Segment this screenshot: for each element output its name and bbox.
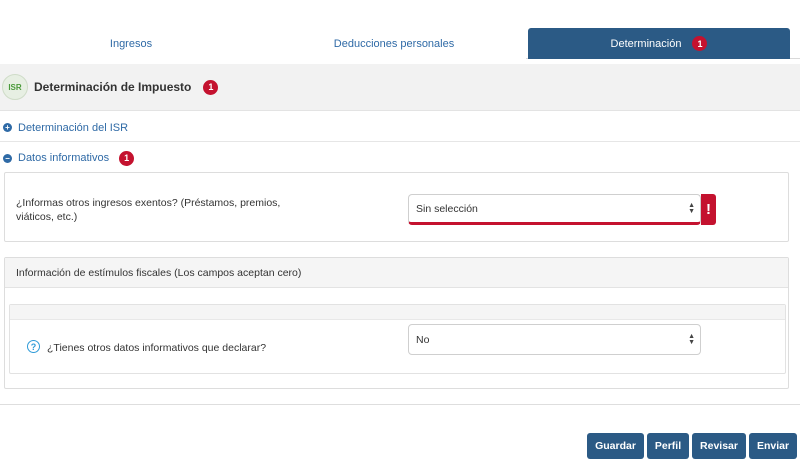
collapsible-label: Determinación del ISR xyxy=(18,121,129,134)
tab-label: Deducciones personales xyxy=(333,37,455,50)
tab-label: Determinación xyxy=(610,37,682,50)
estimulos-fiscales-header: Información de estímulos fiscales (Los c… xyxy=(5,258,788,288)
guardar-button[interactable]: Guardar xyxy=(587,433,644,459)
selected-value: No xyxy=(416,333,430,346)
otros-datos-panel: ? ¿Tienes otros datos informativos que d… xyxy=(9,304,786,374)
error-count-badge: 1 xyxy=(119,150,135,166)
otros-datos-select[interactable]: No ▲ ▼ xyxy=(408,324,701,355)
inner-panel-header xyxy=(10,305,785,320)
collapsible-determinacion-isr[interactable]: + Determinación del ISR xyxy=(0,114,800,142)
error-count-badge: 1 xyxy=(203,79,219,95)
enviar-button[interactable]: Enviar xyxy=(749,433,797,459)
tab-deducciones-personales[interactable]: Deducciones personales xyxy=(262,28,526,59)
tab-determinacion[interactable]: Determinación 1 xyxy=(528,28,790,59)
error-alert-icon: ! xyxy=(701,194,716,225)
ingresos-exentos-panel: ¿Informas otros ingresos exentos? (Prést… xyxy=(4,172,789,242)
section-header: ISR Determinación de Impuesto 1 xyxy=(0,64,800,111)
tab-label: Ingresos xyxy=(109,37,153,50)
collapsible-label: Datos informativos xyxy=(18,152,110,164)
otros-datos-question: ¿Tienes otros datos informativos que dec… xyxy=(47,342,267,354)
top-strip xyxy=(0,0,800,22)
divider xyxy=(0,404,800,405)
estimulos-fiscales-panel: Información de estímulos fiscales (Los c… xyxy=(4,257,789,389)
select-arrows-icon: ▲ ▼ xyxy=(688,332,695,346)
plus-circle-icon: + xyxy=(3,123,12,132)
select-arrows-icon: ▲ ▼ xyxy=(688,201,695,215)
error-count-badge: 1 xyxy=(692,36,708,51)
revisar-button[interactable]: Revisar xyxy=(692,433,746,459)
perfil-button[interactable]: Perfil xyxy=(647,433,689,459)
minus-circle-icon: − xyxy=(3,153,12,163)
isr-icon: ISR xyxy=(2,74,28,100)
ingresos-exentos-question: ¿Informas otros ingresos exentos? (Prést… xyxy=(16,197,281,223)
tab-bar: Ingresos Deducciones personales Determin… xyxy=(0,28,800,59)
tab-ingresos[interactable]: Ingresos xyxy=(0,28,262,59)
help-icon[interactable]: ? xyxy=(27,340,40,353)
selected-value: Sin selección xyxy=(416,202,478,215)
ingresos-exentos-select[interactable]: Sin selección ▲ ▼ xyxy=(408,194,701,225)
page-title: Determinación de Impuesto xyxy=(34,80,192,94)
collapsible-datos-informativos[interactable]: − Datos informativos 1 xyxy=(0,144,800,172)
